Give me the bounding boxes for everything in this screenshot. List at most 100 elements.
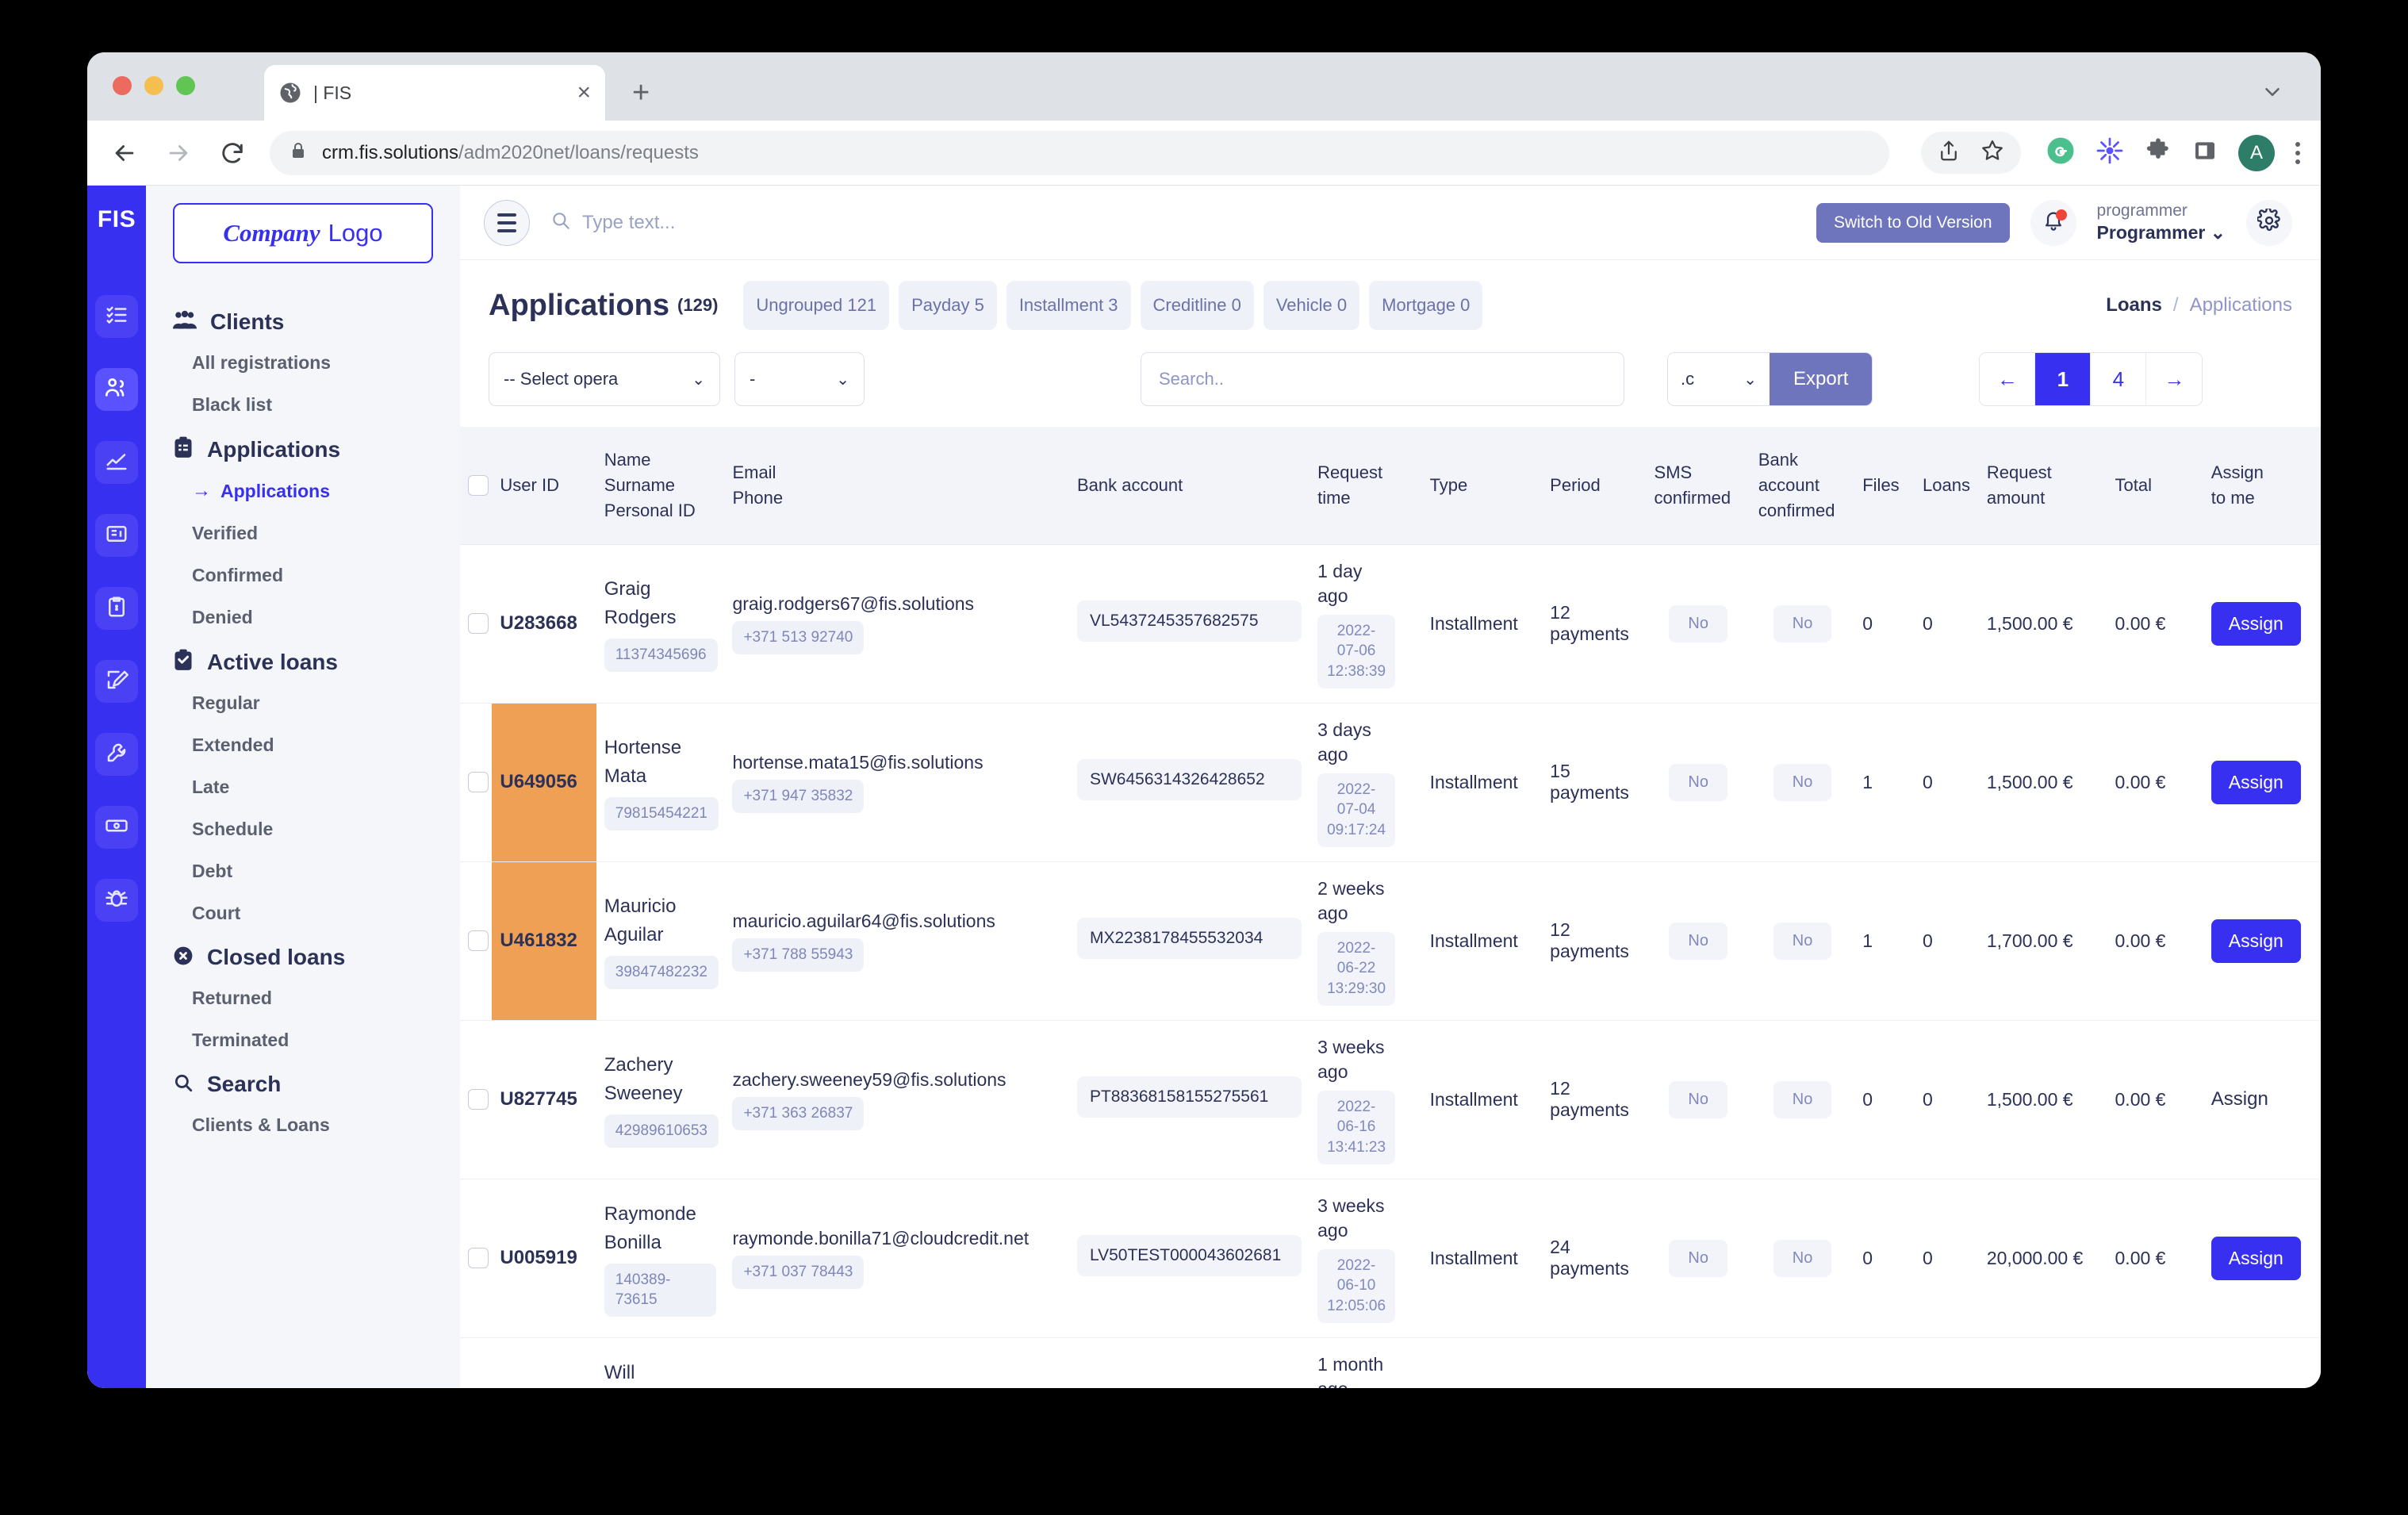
th-name[interactable]: Name Surname Personal ID [596,427,725,545]
breadcrumb-loans[interactable]: Loans [2106,294,2162,316]
sidebar-item-verified[interactable]: Verified [146,523,460,544]
rail-item-payments[interactable] [95,587,138,630]
close-window-button[interactable] [113,76,132,95]
cell-user-id[interactable]: U827745 [492,1020,596,1179]
row-checkbox[interactable] [468,772,489,793]
sidebar-item-schedule[interactable]: Schedule [146,819,460,840]
row-checkbox[interactable] [468,930,489,952]
secondary-select[interactable]: - ⌄ [734,352,865,406]
assign-to-me-button[interactable]: Assign [2211,601,2301,646]
select-all-checkbox[interactable] [468,474,489,496]
back-icon[interactable] [108,136,141,170]
tab-mortgage[interactable]: Mortgage 0 [1369,281,1483,330]
table-row[interactable]: U827745 Zachery Sweeney 42989610653 zachery.… [460,1020,2321,1179]
rail-item-news[interactable] [95,514,138,557]
tab-ungrouped[interactable]: Ungrouped 121 [743,281,890,330]
row-select-cell[interactable] [460,1337,493,1388]
nav-group-closed-loans[interactable]: Closed loans [146,945,460,970]
export-format-select[interactable]: .c ⌄ [1668,353,1770,405]
th-files[interactable]: Files [1854,427,1915,545]
pagination-prev[interactable]: ← [1980,353,2036,405]
row-select-cell[interactable] [460,861,493,1021]
sidebar-item-extended[interactable]: Extended [146,734,460,756]
table-row[interactable]: U283183WillKent100886-38163will.kent14@c… [460,1337,2321,1388]
sidebar-item-terminated[interactable]: Terminated [146,1030,460,1051]
settings-button[interactable] [2246,199,2292,246]
nav-group-applications[interactable]: Applications [146,436,460,462]
row-select-cell[interactable] [460,1020,493,1179]
assign-to-me-label[interactable]: Assign [2211,1088,2268,1110]
th-request-time[interactable]: Request time [1309,427,1422,545]
rail-item-cash[interactable] [95,806,138,849]
grammarly-extension-icon[interactable] [2046,136,2075,169]
breadcrumb-applications[interactable]: Applications [2190,294,2292,316]
user-menu[interactable]: programmer Programmer ⌄ [2097,201,2226,244]
assign-to-me-button[interactable]: Assign [2211,760,2301,804]
cell-assign[interactable]: Assign [2203,1179,2321,1338]
sunburst-extension-icon[interactable] [2095,136,2124,169]
table-row[interactable]: U649056 Hortense Mata 79815454221 hortense.m… [460,703,2321,862]
th-request-amount[interactable]: Request amount [1978,427,2107,545]
tab-payday[interactable]: Payday 5 [899,281,997,330]
cell-assign[interactable]: Assign [2203,861,2321,1021]
share-icon[interactable] [1937,139,1961,167]
cell-assign[interactable]: Assign [2203,1020,2321,1179]
th-period[interactable]: Period [1542,427,1647,545]
sidebar-item-denied[interactable]: Denied [146,607,460,628]
search-input[interactable]: Search.. [1141,352,1624,406]
minimize-window-button[interactable] [144,76,163,95]
hamburger-icon[interactable] [484,199,530,246]
chevron-down-icon[interactable] [2260,80,2284,108]
cell-user-id[interactable]: U649056 [492,703,596,862]
th-type[interactable]: Type [1421,427,1543,545]
tab-vehicle[interactable]: Vehicle 0 [1263,281,1360,330]
reload-icon[interactable] [216,136,249,170]
nav-group-search[interactable]: Search [146,1072,460,1097]
th-assign-to-me[interactable]: Assign to me [2203,427,2321,545]
row-select-cell[interactable] [460,1179,493,1338]
sidepanel-icon[interactable] [2192,138,2218,167]
sidebar-item-regular[interactable]: Regular [146,692,460,714]
assign-to-me-button[interactable]: Assign [2211,919,2301,963]
notifications-button[interactable] [2030,199,2076,246]
row-checkbox[interactable] [468,1248,489,1269]
sidebar-item-clients-loans[interactable]: Clients & Loans [146,1114,460,1136]
sidebar-item-returned[interactable]: Returned [146,988,460,1009]
rail-item-settings[interactable] [95,733,138,776]
browser-tab[interactable]: | FIS × [264,65,605,121]
cell-user-id[interactable]: U461832 [492,861,596,1021]
assign-to-me-button[interactable]: Assign [2211,1236,2301,1280]
row-select-cell[interactable] [460,544,493,704]
cell-assign[interactable]: Assign [2203,1337,2321,1388]
rail-item-users[interactable] [95,368,138,411]
sidebar-item-all-registrations[interactable]: All registrations [146,352,460,374]
cell-assign[interactable]: Assign [2203,544,2321,704]
th-loans[interactable]: Loans [1915,427,1979,545]
sidebar-item-applications[interactable]: → Applications [146,480,460,502]
cell-assign[interactable]: Assign [2203,703,2321,862]
row-checkbox[interactable] [468,613,489,635]
sidebar-item-late[interactable]: Late [146,777,460,798]
switch-to-old-version-button[interactable]: Switch to Old Version [1816,202,2010,243]
sidebar-item-debt[interactable]: Debt [146,861,460,882]
pagination-page-4[interactable]: 4 [2091,353,2147,405]
rail-item-debug[interactable] [95,879,138,922]
pagination-next[interactable]: → [2146,353,2203,405]
th-bank-confirmed[interactable]: Bank account confirmed [1750,427,1855,545]
th-sms-confirmed[interactable]: SMS confirmed [1646,427,1750,545]
tab-creditline[interactable]: Creditline 0 [1140,281,1254,330]
table-row[interactable]: U283668 Graig Rodgers 11374345696 graig.rodg… [460,544,2321,704]
global-search[interactable]: Type text... [550,210,675,235]
browser-menu-icon[interactable] [2295,141,2300,164]
forward-icon[interactable] [162,136,195,170]
sidebar-item-court[interactable]: Court [146,903,460,924]
nav-group-active-loans[interactable]: Active loans [146,649,460,675]
rail-item-reports[interactable] [95,441,138,484]
table-row[interactable]: U461832 Mauricio Aguilar 39847482232 maurici… [460,861,2321,1021]
tab-installment[interactable]: Installment 3 [1006,281,1131,330]
operator-select[interactable]: -- Select opera ⌄ [489,352,720,406]
puzzle-extension-icon[interactable] [2145,137,2172,168]
pagination-page-1[interactable]: 1 [2035,353,2092,405]
nav-group-clients[interactable]: Clients [146,309,460,335]
th-total[interactable]: Total [2107,427,2203,545]
